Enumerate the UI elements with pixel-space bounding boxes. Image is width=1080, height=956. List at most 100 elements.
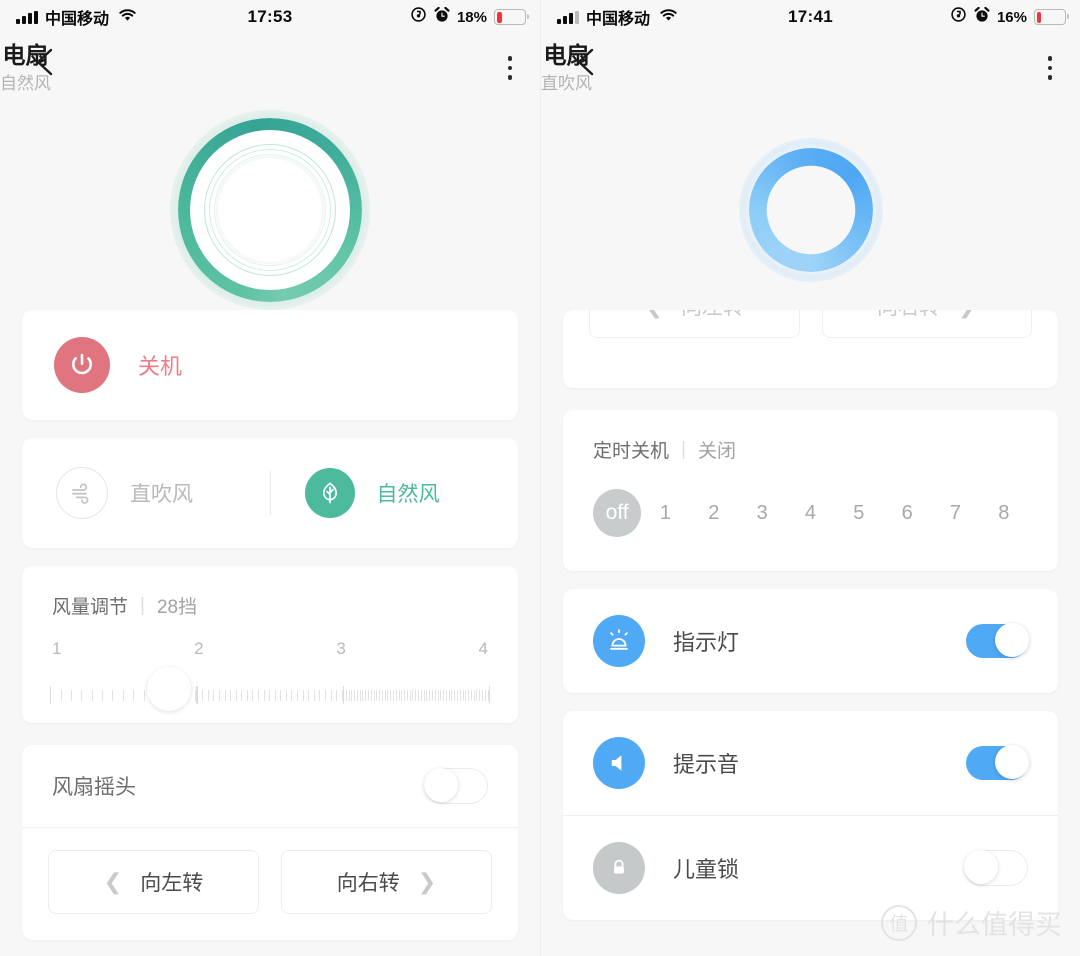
dual-screenshot-container: 中国移动 17:53 18% 电扇 自然风 关机 直吹风 自然风 风量调节 | … [0,0,1080,956]
indicator-light-icon [593,615,645,667]
chevron-right-icon: ❯ [417,869,437,894]
dial-core [218,158,322,262]
slider-tick [488,686,490,704]
carrier-name: 中国移动 [586,11,651,28]
rotate-row: ❮ 向左转 向右转 ❯ [22,828,518,940]
rotate-left-label: 向左转 [140,872,204,895]
scale-label: 3 [336,639,346,658]
timer-option-label: 8 [998,501,1010,524]
fan-speed-dial[interactable] [170,110,370,310]
timer-option-label: off [593,489,642,537]
back-button[interactable] [28,44,64,80]
timer-options: off 1 2 3 4 5 6 7 8 [563,463,1058,571]
back-button[interactable] [569,44,605,80]
right-nav-bar: 电扇 直吹风 [541,34,1080,110]
mode-row: 直吹风 自然风 [22,438,518,548]
child-lock-label: 儿童锁 [673,857,740,882]
fan-dial-wrapper [541,110,1080,310]
wind-icon [56,467,108,519]
swing-card-partial: ❮ 向左转 向右转 ❯ [563,310,1058,388]
prompt-sound-row: 提示音 [563,711,1058,815]
wind-slider-ticks [50,685,490,705]
timer-option[interactable]: 4 [786,502,834,525]
swing-label: 风扇摇头 [52,776,136,799]
timer-option[interactable]: 7 [931,502,979,525]
mode-option-natural[interactable]: 自然风 [271,468,519,518]
rotate-left-button[interactable]: ❮ 向左转 [589,310,800,338]
status-left-group: 中国移动 [16,5,137,29]
power-button[interactable] [54,337,110,393]
kebab-menu-icon[interactable] [507,56,512,80]
scale-label: 1 [52,639,62,658]
timer-option-label: 4 [804,501,817,524]
timer-option-label: 2 [708,501,720,524]
swing-row: 风扇摇头 [22,745,518,827]
child-lock-toggle[interactable] [964,850,1028,886]
wind-adjust-value: 28挡 [156,597,198,618]
prompt-sound-toggle[interactable] [966,745,1029,780]
timer-option[interactable]: 8 [980,502,1028,525]
timer-option-label: 5 [853,501,865,524]
fan-dial-wrapper [0,110,540,310]
rotation-lock-icon [410,6,427,28]
sound-lock-card: 提示音 儿童锁 [563,711,1058,920]
chevron-right-icon: ❯ [958,310,976,317]
status-right-group: 18% [410,6,529,28]
timer-option[interactable]: 6 [883,502,931,525]
indicator-light-label: 指示灯 [673,630,740,655]
timer-option[interactable]: 3 [738,502,786,525]
mode-card: 直吹风 自然风 [22,438,518,548]
toggle-knob [995,623,1029,657]
lock-icon [593,842,645,894]
timer-option-off[interactable]: off [593,489,642,537]
left-status-bar: 中国移动 17:53 18% [0,0,540,34]
chevron-left-icon: ❮ [645,310,663,317]
status-right-group: 16% [950,6,1069,28]
rotate-left-label: 向左转 [681,310,744,321]
leaf-icon [304,468,355,518]
rotate-right-label: 向右转 [877,310,940,321]
fan-speed-dial[interactable] [738,138,883,282]
wifi-icon [659,8,678,27]
alarm-icon [974,6,990,28]
rotate-right-button[interactable]: 向右转 ❯ [821,310,1032,338]
mode-option-direct[interactable]: 直吹风 [22,467,270,519]
scale-label: 4 [478,639,488,658]
indicator-light-toggle[interactable] [966,623,1029,658]
toggle-knob [995,745,1029,779]
rotate-right-button[interactable]: 向右转 ❯ [281,850,492,914]
left-nav-bar: 电扇 自然风 [0,34,540,110]
timer-value: 关闭 [697,441,736,462]
swing-toggle[interactable] [424,768,488,804]
timer-option-label: 3 [756,501,768,524]
timer-title: 定时关机 [593,441,670,462]
prompt-sound-label: 提示音 [673,752,740,777]
chevron-left-icon: ❮ [103,869,123,894]
indicator-light-row: 指示灯 [563,589,1058,693]
battery-icon [1034,9,1069,25]
battery-icon [494,9,529,25]
timer-option[interactable]: 1 [641,502,689,525]
power-row[interactable]: 关机 [22,310,518,420]
status-left-group: 中国移动 [557,5,678,29]
timer-option-label: 1 [659,501,672,524]
alarm-icon [434,6,450,28]
rotate-left-button[interactable]: ❮ 向左转 [48,850,259,914]
timer-option[interactable]: 2 [690,502,738,525]
dial-ring [748,148,873,272]
indicator-light-card: 指示灯 [563,589,1058,693]
timer-card: 定时关机 | 关闭 off 1 2 3 4 5 6 7 8 [563,410,1058,571]
timer-option[interactable]: 5 [835,502,883,525]
speaker-icon [593,737,645,789]
power-label: 关机 [138,354,183,379]
right-status-bar: 中国移动 17:41 16% [541,0,1080,34]
kebab-menu-icon[interactable] [1047,56,1052,80]
battery-percent: 16% [996,8,1027,26]
toggle-knob [424,768,458,802]
mode-label-direct: 直吹风 [130,483,193,506]
swing-card: 风扇摇头 ❮ 向左转 向右转 ❯ [22,745,518,940]
wind-slider[interactable] [50,667,490,723]
power-card: 关机 [22,310,518,420]
wind-scale-labels: 1 2 3 4 [22,619,518,659]
wind-slider-thumb[interactable] [146,667,191,711]
